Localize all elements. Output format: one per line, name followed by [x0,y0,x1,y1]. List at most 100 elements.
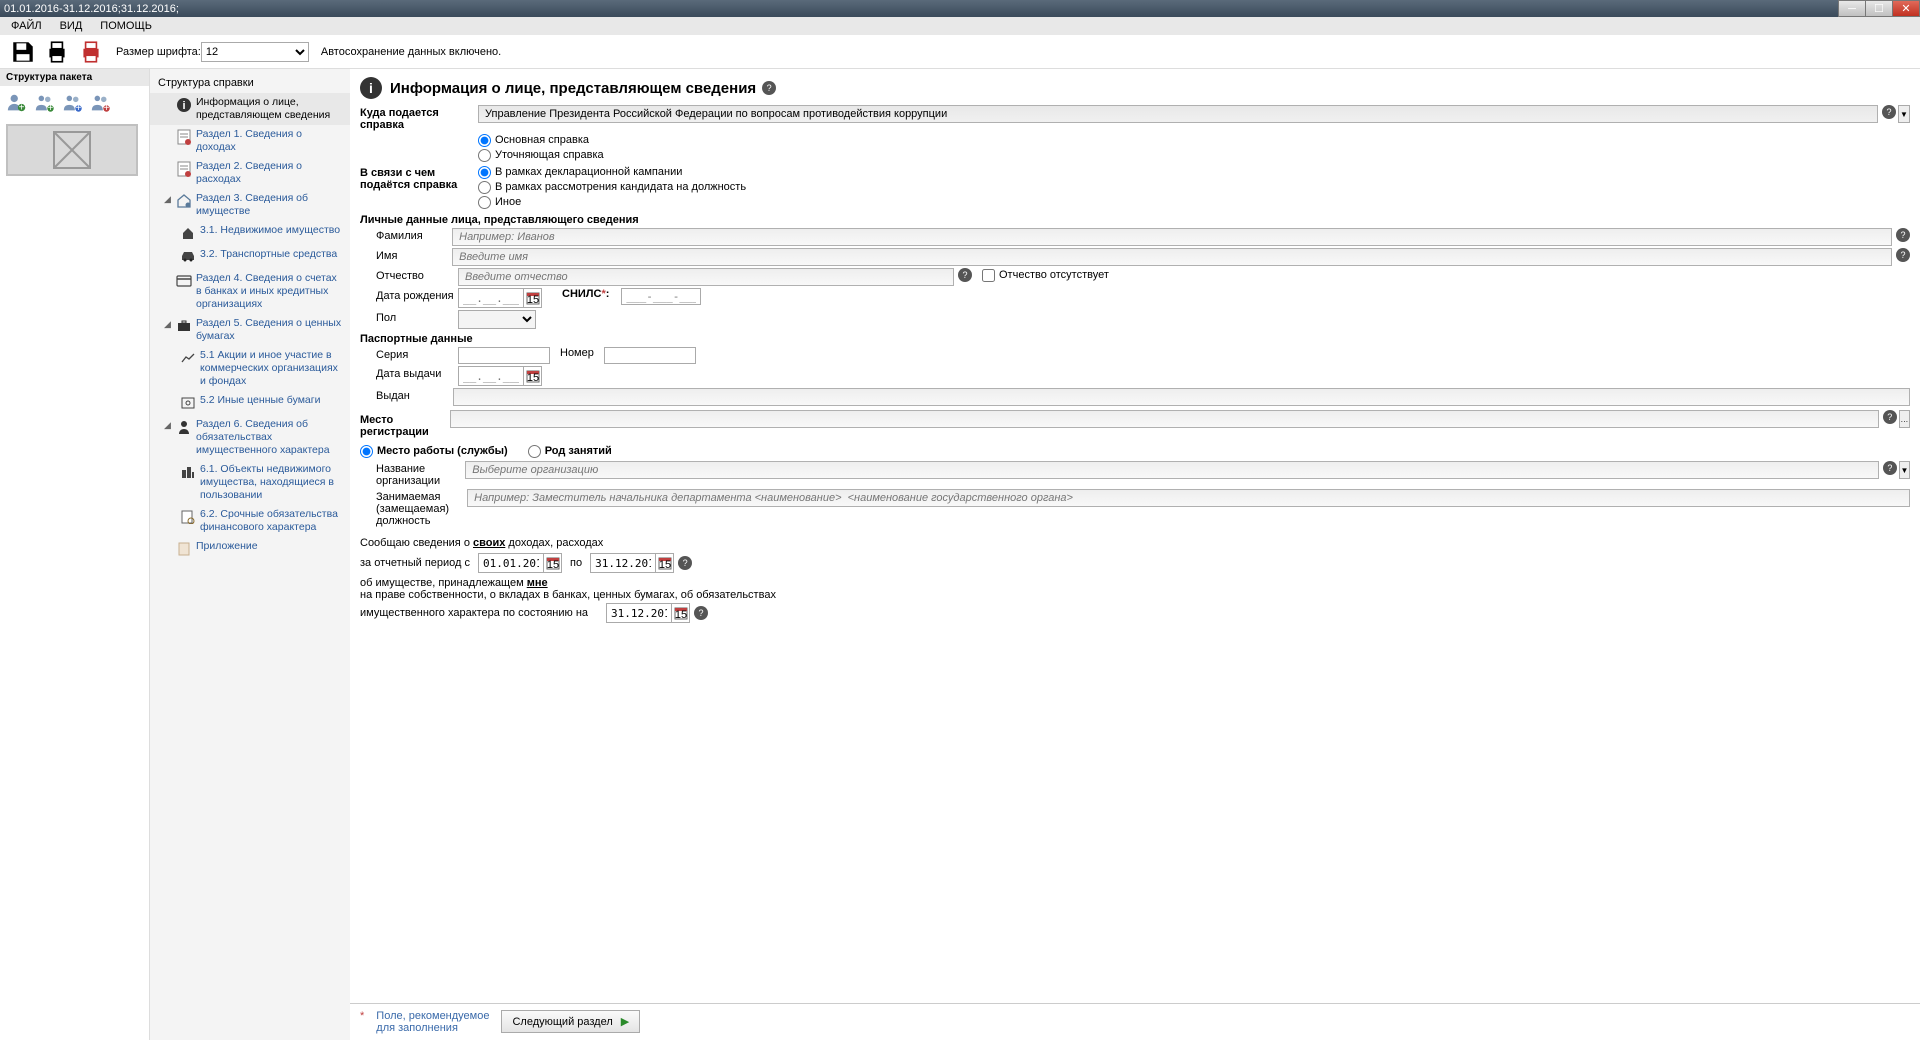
calendar-icon[interactable]: 15 [671,604,689,622]
middlename-input[interactable] [458,268,954,286]
help-icon[interactable]: ? [958,268,972,282]
briefcase-icon [174,317,194,335]
nav-section-6-2[interactable]: 6.2. Срочные обязательства финансового х… [150,505,350,537]
passport-number-input[interactable] [604,347,696,364]
contract-icon [178,508,198,526]
issued-by-input[interactable] [453,388,1910,406]
nav-section-6[interactable]: ◢ Раздел 6. Сведения об обязательствах и… [150,415,350,460]
close-button[interactable]: ✕ [1892,0,1920,17]
menu-help[interactable]: ПОМОЩЬ [91,20,161,32]
nav-section-3-1[interactable]: 3.1. Недвижимое имущество [150,221,350,245]
expand-arrow-icon[interactable]: ◢ [164,317,174,330]
radio-occupation[interactable]: Род занятий [528,444,612,459]
org-input[interactable] [465,461,1879,479]
next-section-button[interactable]: Следующий раздел▶ [501,1010,640,1033]
print-button[interactable] [42,37,72,67]
dob-input[interactable]: 15 [458,288,542,308]
menu-view[interactable]: ВИД [51,20,92,32]
nav-section-3[interactable]: ◢ Раздел 3. Сведения об имуществе [150,189,350,221]
form-footer: * Поле, рекомендуемоедля заполнения След… [350,1003,1920,1040]
window-titlebar: 01.01.2016-31.12.2016;31.12.2016; ─ ☐ ✕ [0,0,1920,17]
svg-text:+: + [104,103,110,114]
help-icon[interactable]: ? [694,606,708,620]
font-size-label: Размер шрифта: [116,46,201,58]
reason-label: В связи с чем подаётся справка [360,165,478,191]
help-icon[interactable]: ? [1883,410,1897,424]
svg-text:15: 15 [526,372,538,383]
people-icon[interactable]: + [34,92,56,114]
radio-main-ref[interactable]: Основная справка [478,133,1910,148]
toolbar: Размер шрифта: 12 Автосохранение данных … [0,35,1920,69]
help-icon[interactable]: ? [678,556,692,570]
document-icon [174,128,194,146]
menu-bar: ФАЙЛ ВИД ПОМОЩЬ [0,17,1920,35]
radio-other[interactable]: Иное [478,195,1910,210]
expand-arrow-icon[interactable]: ◢ [164,418,174,431]
radio-campaign[interactable]: В рамках декларационной кампании [478,165,1910,180]
nav-section-5-2[interactable]: 5.2 Иные ценные бумаги [150,391,350,415]
nav-section-2[interactable]: Раздел 2. Сведения о расходах [150,157,350,189]
package-structure-panel: Структура пакета + + + + [0,69,150,1040]
help-icon[interactable]: ? [1883,461,1897,475]
nav-section-3-2[interactable]: 3.2. Транспортные средства [150,245,350,269]
svg-text:+: + [48,103,54,114]
print-red-button[interactable] [76,37,106,67]
issue-date-input[interactable]: 15 [458,366,542,386]
no-middlename-checkbox[interactable]: Отчество отсутствует [982,268,1109,283]
thumbnail-placeholder[interactable] [6,124,138,176]
asterisk: * [360,1010,364,1022]
nav-section-4[interactable]: Раздел 4. Сведения о счетах в банках и и… [150,269,350,314]
nav-section-1[interactable]: Раздел 1. Сведения о доходах [150,125,350,157]
bonds-icon [178,394,198,412]
nav-section-5-1[interactable]: 5.1 Акции и иное участие в коммерческих … [150,346,350,391]
maximize-button[interactable]: ☐ [1865,0,1893,17]
firstname-input[interactable] [452,248,1892,266]
radio-candidate[interactable]: В рамках рассмотрения кандидата на должн… [478,180,1910,195]
period-from-input[interactable]: 15 [478,553,562,573]
period-to-input[interactable]: 15 [590,553,674,573]
help-icon[interactable]: ? [762,81,776,95]
svg-text:15: 15 [658,559,670,570]
dropdown-button[interactable]: ▼ [1899,461,1910,479]
person-add-icon[interactable]: + [6,92,28,114]
position-input[interactable] [467,489,1910,507]
help-icon[interactable]: ? [1882,105,1896,119]
where-label: Куда подается справка [360,105,478,131]
font-size-select[interactable]: 12 [201,42,309,62]
svg-text:+: + [19,102,25,113]
save-button[interactable] [8,37,38,67]
svg-text:15: 15 [546,559,558,570]
minimize-button[interactable]: ─ [1838,0,1866,17]
expand-arrow-icon[interactable]: ◢ [164,192,174,205]
people-red-icon[interactable]: + [90,92,112,114]
nav-info-person[interactable]: i Информация о лице, представляющем свед… [150,93,350,125]
nav-appendix[interactable]: Приложение [150,537,350,561]
svg-text:15: 15 [526,294,538,305]
where-value[interactable]: Управление Президента Российской Федерац… [478,105,1878,123]
nav-section-5[interactable]: ◢ Раздел 5. Сведения о ценных бумагах [150,314,350,346]
radio-clarify-ref[interactable]: Уточняющая справка [478,148,1910,163]
registration-input[interactable] [450,410,1879,428]
snils-input[interactable] [621,288,701,305]
browse-button[interactable]: … [1899,410,1910,428]
gender-select[interactable] [458,310,536,329]
person-icon [174,418,194,436]
asof-date-input[interactable]: 15 [606,603,690,623]
lastname-input[interactable] [452,228,1892,246]
radio-workplace[interactable]: Место работы (службы) [360,444,508,459]
car-icon [178,248,198,266]
menu-file[interactable]: ФАЙЛ [2,20,51,32]
property-icon [174,192,194,210]
nav-section-6-1[interactable]: 6.1. Объекты недвижимого имущества, нахо… [150,460,350,505]
calendar-icon[interactable]: 15 [523,367,541,385]
card-icon [174,272,194,290]
dropdown-button[interactable]: ▼ [1898,105,1910,123]
calendar-icon[interactable]: 15 [655,554,673,572]
people-blue-icon[interactable]: + [62,92,84,114]
calendar-icon[interactable]: 15 [543,554,561,572]
help-icon[interactable]: ? [1896,248,1910,262]
passport-series-input[interactable] [458,347,550,364]
title-text: 01.01.2016-31.12.2016;31.12.2016; [4,3,179,15]
help-icon[interactable]: ? [1896,228,1910,242]
calendar-icon[interactable]: 15 [523,289,541,307]
